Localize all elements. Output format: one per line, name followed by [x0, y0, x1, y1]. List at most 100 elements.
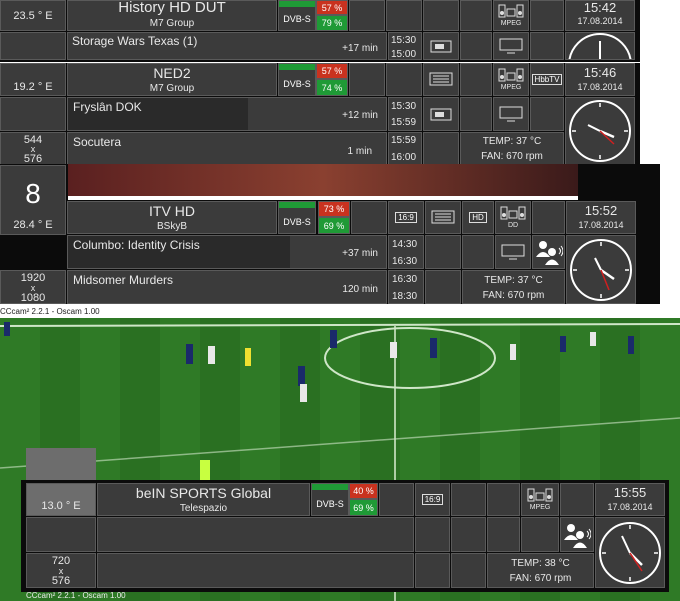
clock-face-icon	[569, 100, 631, 162]
hd-icon: HD	[462, 201, 494, 234]
video-background	[68, 164, 578, 196]
clock-digital: 15:55 17.08.2014	[595, 483, 665, 516]
program-title: Fryslân DOK	[73, 100, 142, 114]
users-icon	[532, 235, 565, 269]
signal-quality-text: 74 %	[321, 82, 343, 93]
speakers-icon	[498, 4, 524, 18]
slot	[386, 63, 422, 96]
date-text: 17.08.2014	[577, 82, 623, 92]
channel-box: ITV HD BSkyB	[67, 201, 277, 234]
slot	[451, 483, 486, 516]
aspect-icon: 16:9	[388, 201, 424, 234]
fan-text: FAN: 670 rpm	[481, 151, 543, 162]
end-time: 15:00	[391, 49, 417, 59]
resolution-height: 1080	[20, 292, 46, 304]
dolby-icon: DD	[495, 201, 531, 234]
end-time: 15:59	[391, 117, 417, 128]
signal-quality: 69 %	[349, 499, 378, 516]
date-text: 17.08.2014	[577, 16, 623, 26]
slot	[351, 201, 387, 234]
dvb-indicator: DVB-S	[278, 0, 316, 31]
dvb-indicator: DVB-S	[311, 483, 349, 516]
slot	[530, 32, 564, 60]
time-text: 15:46	[583, 65, 617, 80]
signal-strength: 57 %	[316, 63, 348, 79]
program-remaining: +12 min	[342, 110, 378, 121]
slot	[379, 483, 414, 516]
signal-quality: 79 %	[316, 15, 348, 31]
slot	[521, 517, 559, 552]
slot	[425, 235, 461, 269]
mpeg-icon: MPEG	[493, 63, 529, 96]
provider-name: Telespazio	[179, 503, 228, 514]
resolution: 720 x 576	[26, 553, 96, 588]
dvb-label: DVB-S	[283, 217, 311, 227]
dvb-label: DVB-S	[283, 79, 311, 89]
aspect-label: 16:9	[421, 494, 444, 505]
date-text: 17.08.2014	[578, 220, 624, 230]
clock-face-icon	[599, 521, 661, 584]
position-tab	[26, 448, 96, 483]
now-program: Fryslân DOK +12 min	[67, 97, 387, 131]
program-times: 15:30 15:00	[388, 32, 422, 60]
channel-name: History HD DUT	[118, 0, 226, 16]
temp-fan: TEMP: 38 °C FAN: 670 rpm	[487, 553, 594, 588]
clock-digital: 15:42 17.08.2014	[565, 0, 635, 31]
orbital-position-text: 23.5 ° E	[13, 9, 53, 22]
teletext-icon	[425, 201, 461, 234]
time-text: 15:52	[584, 203, 618, 218]
temperature-text: TEMP: 38 °C	[511, 558, 570, 569]
start-time: 14:30	[392, 239, 418, 250]
program-title: Storage Wars Texas (1)	[72, 34, 198, 48]
signal-strength-text: 73 %	[323, 204, 345, 214]
slot	[451, 553, 486, 588]
next-program: Midsomer Murders 120 min	[67, 270, 387, 304]
channel-name: beIN SPORTS Global	[135, 485, 272, 501]
program-title: Midsomer Murders	[73, 273, 174, 287]
slot	[425, 270, 461, 304]
orbital-position: 19.2 ° E	[0, 63, 66, 96]
aspect-icon: 16:9	[415, 483, 450, 516]
slot	[460, 32, 492, 60]
slot	[386, 0, 422, 31]
slot	[530, 97, 564, 131]
orbital-position: 13.0 ° E	[26, 483, 96, 516]
tv-icon	[495, 235, 531, 269]
resolution: 1920 x 1080	[0, 270, 66, 304]
slot	[460, 97, 492, 131]
infobar-3-right	[578, 164, 660, 202]
program-title: Columbo: Identity Crisis	[73, 238, 200, 252]
teletext-icon	[423, 32, 459, 60]
orbital-position-text: 28.4 ° E	[13, 219, 53, 231]
signal-strength-text: 40 %	[353, 486, 374, 496]
program-times: 14:30 16:30	[388, 235, 424, 269]
mpeg-label: MPEG	[529, 504, 551, 511]
signal-strength-text: 57 %	[321, 2, 343, 13]
time-text: 15:55	[613, 485, 647, 500]
slot	[349, 0, 385, 31]
dvb-label: DVB-S	[283, 14, 311, 24]
end-time: 18:30	[392, 291, 418, 302]
teletext-icon	[423, 97, 459, 131]
mpeg-label: MPEG	[500, 84, 522, 91]
mpeg-icon: MPEG	[521, 483, 559, 516]
signal-strength: 40 %	[349, 483, 378, 499]
slot	[423, 132, 459, 165]
temp-fan: TEMP: 37 °C FAN: 670 rpm	[460, 132, 564, 165]
slot	[530, 0, 564, 31]
temperature-text: TEMP: 37 °C	[484, 275, 543, 286]
resolution: 544 x 576	[0, 132, 66, 165]
clock-analog	[565, 32, 635, 60]
slot	[487, 483, 520, 516]
tv-icon	[493, 97, 529, 131]
now-program: Columbo: Identity Crisis +37 min	[67, 235, 387, 269]
clock-analog	[595, 517, 665, 588]
start-time: 15:59	[391, 135, 417, 146]
slot	[451, 517, 486, 552]
clock-face-icon	[570, 238, 632, 301]
clock-digital: 15:52 17.08.2014	[566, 201, 636, 234]
users-icon	[560, 517, 594, 552]
signal-quality-text: 69 %	[353, 502, 374, 513]
aspect-label: 16:9	[395, 212, 417, 223]
fan-text: FAN: 670 rpm	[482, 290, 545, 301]
